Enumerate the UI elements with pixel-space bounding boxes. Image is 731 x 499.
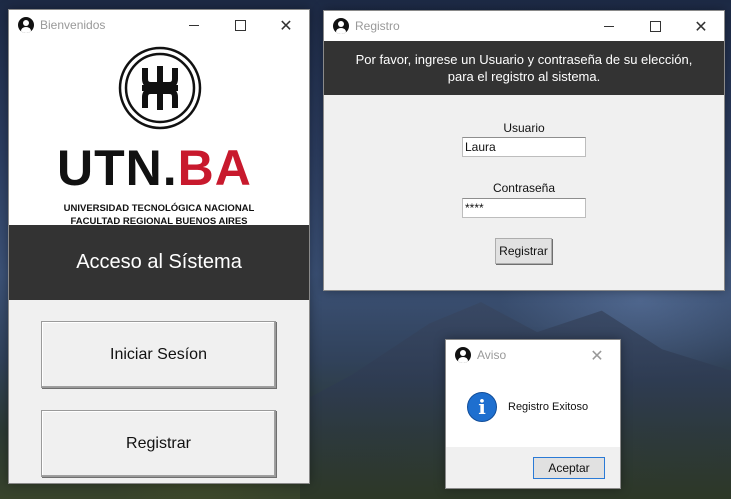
titlebar[interactable]: Bienvenidos ✕ [9, 10, 309, 40]
close-button[interactable]: ✕ [678, 11, 724, 41]
dialog-body: i Registro Exitoso [446, 370, 620, 447]
login-button[interactable]: Iniciar Sesíon [41, 321, 276, 388]
maximize-button[interactable] [632, 11, 678, 41]
dialog-aviso: Aviso ✕ i Registro Exitoso Aceptar [445, 339, 621, 489]
registration-banner: Por favor, ingrese un Usuario y contrase… [324, 41, 724, 95]
username-field[interactable]: Laura [462, 137, 586, 157]
utn-wordmark: UTN.BA [57, 140, 252, 196]
window-title: Bienvenidos [40, 18, 106, 32]
window-title: Registro [355, 19, 400, 33]
access-banner: Acceso al Sístema [9, 225, 309, 300]
titlebar[interactable]: Aviso ✕ [446, 340, 620, 370]
minimize-button[interactable] [586, 11, 632, 41]
submit-register-button[interactable]: Registrar [495, 238, 552, 264]
close-button[interactable]: ✕ [574, 340, 620, 370]
register-button[interactable]: Registrar [41, 410, 276, 477]
close-button[interactable]: ✕ [263, 10, 309, 40]
password-field[interactable]: **** [462, 198, 586, 218]
minimize-button[interactable] [171, 10, 217, 40]
utn-logo: UTN.BA UNIVERSIDAD TECNOLÓGICA NACIONAL … [9, 40, 309, 227]
username-label: Usuario [503, 121, 545, 135]
password-label: Contraseña [492, 181, 556, 195]
banner-line-1: Por favor, ingrese un Usuario y contrase… [355, 52, 693, 67]
university-name: UNIVERSIDAD TECNOLÓGICA NACIONAL [63, 203, 255, 214]
info-icon: i [467, 392, 497, 422]
maximize-button[interactable] [217, 10, 263, 40]
dialog-title: Aviso [477, 348, 507, 362]
banner-line-2: para el registro al sistema. [447, 69, 601, 84]
titlebar[interactable]: Registro ✕ [324, 11, 724, 41]
utn-emblem-icon [118, 46, 202, 130]
window-bienvenidos: Bienvenidos ✕ UTN.BA UNIVERSIDAD TECNOLÓ… [8, 9, 310, 484]
dialog-message: Registro Exitoso [508, 401, 589, 413]
user-icon [333, 18, 349, 34]
desktop: { "windows": { "bienvenidos": { "title":… [0, 0, 731, 499]
user-icon [18, 17, 34, 33]
window-registro: Registro ✕ Por favor, ingrese un Usuario… [323, 10, 725, 291]
user-icon [455, 347, 471, 363]
dialog-footer: Aceptar [446, 447, 620, 488]
accept-button[interactable]: Aceptar [533, 457, 605, 479]
